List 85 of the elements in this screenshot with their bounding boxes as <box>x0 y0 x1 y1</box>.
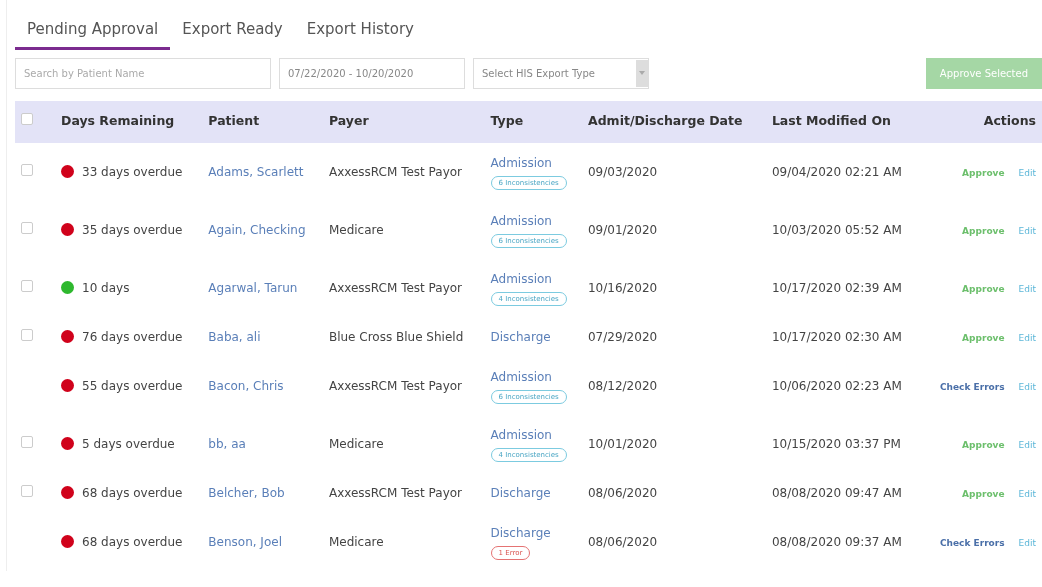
type-link[interactable]: Admission <box>490 367 576 386</box>
type-link[interactable]: Admission <box>490 153 576 172</box>
approve-link[interactable]: Approve <box>962 167 1005 178</box>
column-header: Patient <box>208 113 260 129</box>
type-link[interactable]: Admission <box>490 425 576 444</box>
search-field[interactable]: Search by Patient Name <box>15 57 271 89</box>
payer: Medicare <box>328 436 384 451</box>
column-header: Last Modified On <box>771 113 891 129</box>
payer: Medicare <box>328 222 384 237</box>
type-link[interactable]: Admission <box>490 269 576 288</box>
edit-link[interactable]: Edit <box>1018 225 1036 236</box>
patient-link[interactable]: Again, Checking <box>208 222 306 237</box>
column-header: Payer <box>328 113 369 129</box>
modified-date: 08/08/2020 09:37 AM <box>771 534 902 549</box>
payer: Medicare <box>328 534 384 549</box>
days-remaining: 68 days overdue <box>82 484 183 502</box>
payer: Blue Cross Blue Shield <box>328 329 464 344</box>
approve-link[interactable]: Approve <box>962 488 1005 499</box>
patient-link[interactable]: Belcher, Bob <box>208 485 285 500</box>
type-link[interactable]: Discharge <box>490 327 576 346</box>
edit-link[interactable]: Edit <box>1018 488 1036 499</box>
patient-link[interactable]: Bacon, Chris <box>208 378 284 393</box>
modified-date: 10/15/2020 03:37 PM <box>771 436 901 451</box>
modified-date: 10/17/2020 02:30 AM <box>771 329 902 344</box>
row-checkbox[interactable] <box>21 279 33 292</box>
payer: AxxessRCM Test Payor <box>328 485 462 500</box>
type-link[interactable]: Discharge <box>490 483 576 502</box>
admit-date: 08/12/2020 <box>588 378 658 393</box>
days-remaining: 76 days overdue <box>82 328 183 346</box>
row-checkbox[interactable] <box>21 163 33 176</box>
row-checkbox[interactable] <box>21 221 33 234</box>
approve-link[interactable]: Approve <box>962 225 1005 236</box>
days-remaining: 5 days overdue <box>82 435 175 453</box>
column-header: Days Remaining <box>61 113 175 129</box>
days-remaining: 55 days overdue <box>82 377 183 395</box>
row-checkbox[interactable] <box>21 328 33 341</box>
check-errors-link[interactable]: Check Errors <box>940 537 1005 548</box>
column-header: Actions <box>983 113 1036 129</box>
modified-date: 10/03/2020 05:52 AM <box>771 222 902 237</box>
row-checkbox[interactable] <box>21 435 33 448</box>
select-all-checkbox[interactable] <box>21 113 33 126</box>
admit-date: 07/29/2020 <box>588 329 658 344</box>
edit-link[interactable]: Edit <box>1018 381 1036 392</box>
payer: AxxessRCM Test Payor <box>328 164 462 179</box>
edit-link[interactable]: Edit <box>1018 332 1036 343</box>
admit-date: 09/01/2020 <box>588 222 658 237</box>
patient-link[interactable]: bb, aa <box>208 436 246 451</box>
export-type-select[interactable]: Select HIS Export Type <box>473 57 649 89</box>
approve-link[interactable]: Approve <box>962 439 1005 450</box>
edit-link[interactable]: Edit <box>1018 283 1036 294</box>
caret-icon <box>636 59 648 87</box>
days-remaining: 33 days overdue <box>82 163 183 181</box>
days-remaining: 35 days overdue <box>82 221 183 239</box>
approve-link[interactable]: Approve <box>962 332 1005 343</box>
admit-date: 09/03/2020 <box>588 164 658 179</box>
approve-link[interactable]: Approve <box>962 283 1005 294</box>
tab[interactable]: Export Ready <box>170 14 295 50</box>
tab[interactable]: Pending Approval <box>15 14 171 50</box>
edit-link[interactable]: Edit <box>1018 537 1036 548</box>
patient-link[interactable]: Benson, Joel <box>208 534 282 549</box>
patient-link[interactable]: Baba, ali <box>208 329 261 344</box>
admit-date: 08/06/2020 <box>588 534 658 549</box>
column-header: Admit/Discharge Date <box>588 113 743 129</box>
edit-link[interactable]: Edit <box>1018 167 1036 178</box>
modified-date: 08/08/2020 09:47 AM <box>771 485 902 500</box>
column-header: Type <box>490 113 524 129</box>
check-errors-link[interactable]: Check Errors <box>940 381 1005 392</box>
payer: AxxessRCM Test Payor <box>328 378 462 393</box>
patient-link[interactable]: Adams, Scarlett <box>208 164 304 179</box>
admit-date: 10/16/2020 <box>588 280 658 295</box>
date-range-field[interactable]: 07/22/2020 - 10/20/2020 <box>279 57 465 89</box>
modified-date: 10/17/2020 02:39 AM <box>771 280 902 295</box>
row-checkbox[interactable] <box>21 484 33 497</box>
payer: AxxessRCM Test Payor <box>328 280 462 295</box>
edit-link[interactable]: Edit <box>1018 439 1036 450</box>
admit-date: 08/06/2020 <box>588 485 658 500</box>
tab[interactable]: Export History <box>294 14 426 50</box>
type-link[interactable]: Discharge <box>490 523 576 542</box>
modified-date: 10/06/2020 02:23 AM <box>771 378 902 393</box>
type-link[interactable]: Admission <box>490 211 576 230</box>
admit-date: 10/01/2020 <box>588 436 658 451</box>
days-remaining: 10 days <box>82 279 130 297</box>
modified-date: 09/04/2020 02:21 AM <box>771 164 902 179</box>
days-remaining: 68 days overdue <box>82 533 183 551</box>
patient-link[interactable]: Agarwal, Tarun <box>208 280 298 295</box>
